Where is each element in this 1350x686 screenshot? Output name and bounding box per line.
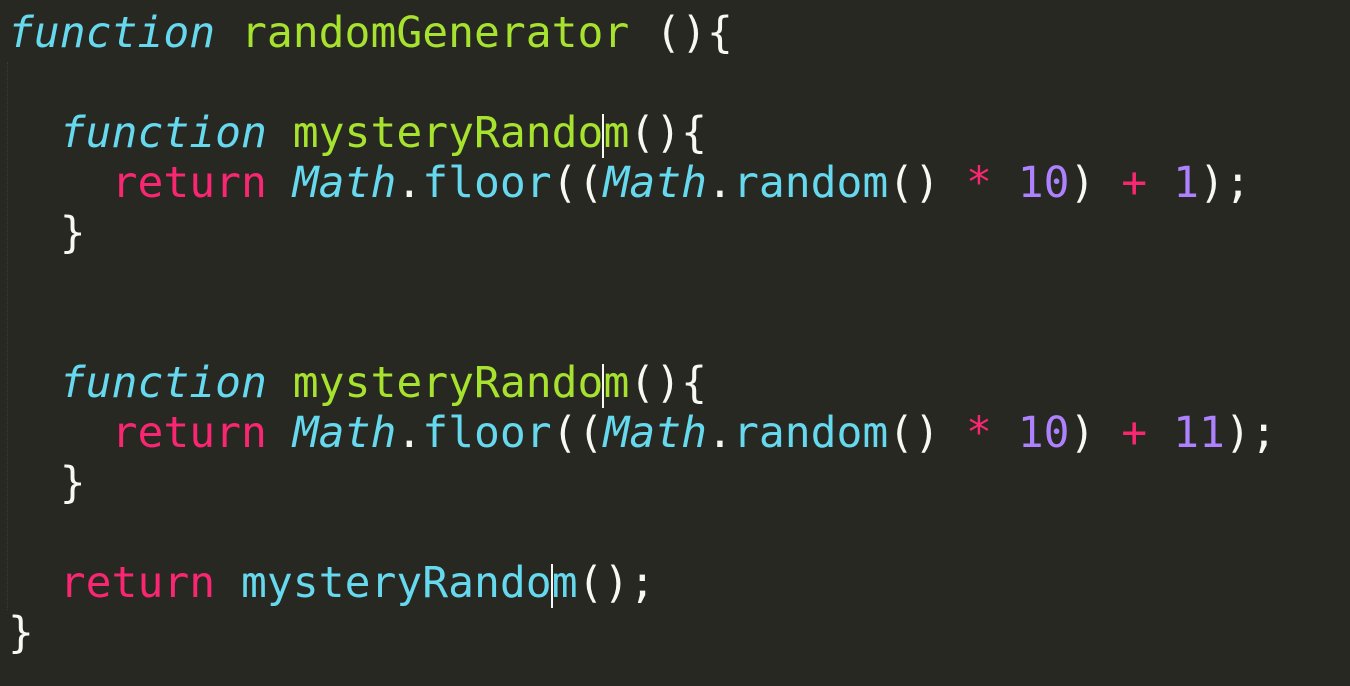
keyword-return: return bbox=[111, 158, 267, 208]
closing-brace: } bbox=[8, 608, 34, 658]
punctuation: (){ bbox=[629, 358, 708, 408]
keyword-return: return bbox=[111, 408, 267, 458]
keyword-function: function bbox=[59, 358, 267, 408]
keyword-return: return bbox=[59, 558, 216, 608]
operator: + bbox=[1121, 408, 1148, 458]
closing-brace: } bbox=[59, 208, 86, 258]
number-literal: 10 bbox=[1017, 408, 1070, 458]
punctuation: . bbox=[396, 158, 423, 208]
keyword-function: function bbox=[59, 108, 267, 158]
method-name: random bbox=[732, 408, 889, 458]
function-name-tail: m bbox=[603, 108, 630, 158]
function-name-tail: m bbox=[603, 358, 630, 408]
code-line-10[interactable]: } bbox=[8, 458, 86, 508]
punctuation: ) bbox=[1069, 158, 1122, 208]
code-line-3[interactable]: function mysteryRandom(){ bbox=[8, 108, 707, 158]
operator: * bbox=[965, 408, 992, 458]
punctuation: (( bbox=[551, 158, 604, 208]
function-name: mysteryRando bbox=[292, 108, 604, 158]
method-name: floor bbox=[422, 158, 552, 208]
operator: + bbox=[1121, 158, 1148, 208]
number-literal: 10 bbox=[1017, 158, 1070, 208]
code-line-1[interactable]: function randomGenerator (){ bbox=[8, 8, 733, 58]
code-line-13[interactable]: } bbox=[8, 608, 34, 658]
keyword-function: function bbox=[8, 8, 216, 58]
function-call: mysteryRando bbox=[241, 558, 552, 608]
punctuation: (){ bbox=[629, 108, 708, 158]
builtin-object: Math bbox=[603, 158, 708, 208]
function-name: randomGenerator bbox=[241, 8, 630, 58]
punctuation: . bbox=[707, 158, 733, 208]
code-line-5[interactable]: } bbox=[8, 208, 86, 258]
punctuation: (){ bbox=[629, 8, 733, 58]
closing-brace: } bbox=[59, 458, 86, 508]
punctuation: (( bbox=[551, 408, 604, 458]
punctuation: ) bbox=[1069, 408, 1122, 458]
builtin-object: Math bbox=[292, 158, 397, 208]
builtin-object: Math bbox=[603, 408, 708, 458]
punctuation: . bbox=[707, 408, 733, 458]
punctuation: . bbox=[396, 408, 423, 458]
code-line-4[interactable]: return Math.floor((Math.random() * 10) +… bbox=[8, 158, 1251, 208]
code-line-9[interactable]: return Math.floor((Math.random() * 10) +… bbox=[8, 408, 1277, 458]
code-line-8[interactable]: function mysteryRandom(){ bbox=[8, 358, 707, 408]
punctuation: ); bbox=[1224, 408, 1277, 458]
code-editor[interactable]: function randomGenerator (){ function my… bbox=[0, 0, 1350, 686]
code-line-12[interactable]: return mysteryRandom(); bbox=[8, 558, 655, 608]
method-name: random bbox=[732, 158, 889, 208]
punctuation: () bbox=[888, 158, 966, 208]
number-literal: 1 bbox=[1173, 158, 1199, 208]
function-call-tail: m bbox=[551, 558, 578, 608]
punctuation: (); bbox=[577, 558, 656, 608]
function-name: mysteryRando bbox=[292, 358, 604, 408]
builtin-object: Math bbox=[292, 408, 397, 458]
method-name: floor bbox=[422, 408, 552, 458]
punctuation: ); bbox=[1198, 158, 1251, 208]
operator: * bbox=[965, 158, 992, 208]
number-literal: 11 bbox=[1173, 408, 1225, 458]
punctuation: () bbox=[888, 408, 966, 458]
